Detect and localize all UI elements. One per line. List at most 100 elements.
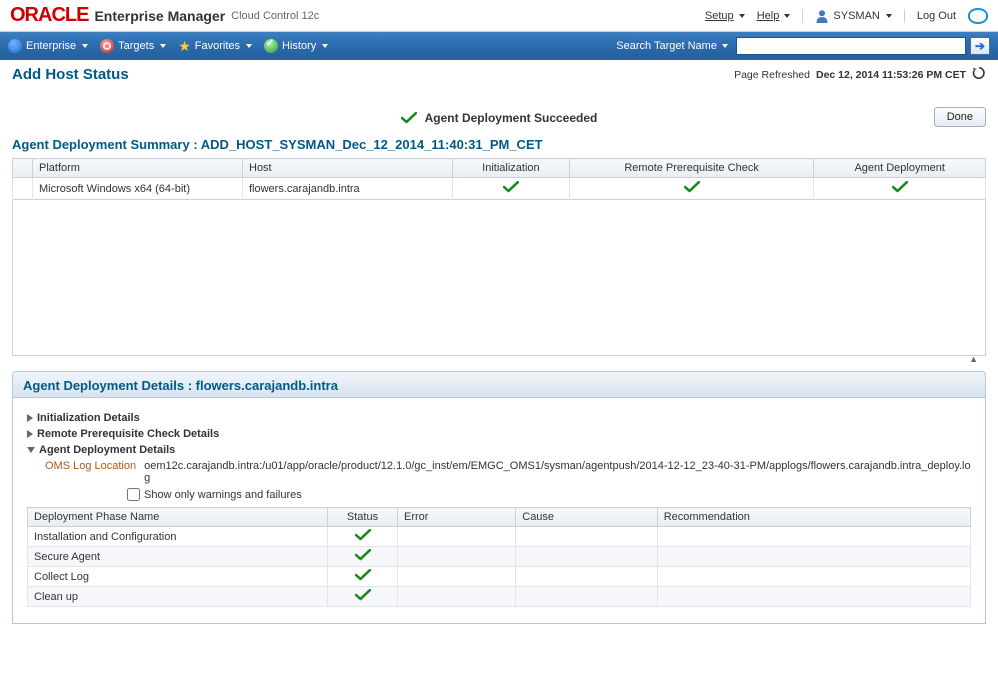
details-body: Initialization Details Remote Prerequisi… [12, 398, 986, 624]
check-icon [892, 181, 908, 193]
refresh-info: Page Refreshed Dec 12, 2014 11:53:26 PM … [734, 66, 986, 83]
phase-status [328, 567, 398, 587]
user-icon [815, 9, 829, 23]
check-icon [355, 589, 371, 601]
summary-table: Platform Host Initialization Remote Prer… [12, 158, 986, 200]
col-phase-name[interactable]: Deployment Phase Name [28, 508, 328, 527]
divider [904, 9, 905, 23]
cell-host: flowers.carajandb.intra [243, 178, 453, 200]
phase-recommendation [657, 527, 970, 547]
phase-cause [516, 567, 657, 587]
nav-favorites[interactable]: ★ Favorites [178, 39, 252, 53]
phase-cause [516, 587, 657, 607]
phase-status [328, 587, 398, 607]
product-name: Enterprise Manager [94, 8, 225, 24]
globe-icon [8, 39, 22, 53]
col-host[interactable]: Host [243, 159, 453, 178]
product-subtitle: Cloud Control 12c [231, 10, 319, 22]
col-handle [13, 159, 33, 178]
dropdown-icon [246, 44, 252, 48]
phase-recommendation [657, 567, 970, 587]
details-header: Agent Deployment Details : flowers.caraj… [12, 371, 986, 398]
dropdown-icon [322, 44, 328, 48]
nav-search: Search Target Name ➔ [616, 37, 990, 55]
expand-icon [27, 414, 33, 422]
phase-recommendation [657, 587, 970, 607]
search-target-dropdown[interactable]: Search Target Name [616, 40, 728, 52]
help-menu[interactable]: Help [757, 10, 791, 22]
search-go-button[interactable]: ➔ [970, 37, 990, 55]
user-menu[interactable]: SYSMAN [815, 9, 891, 23]
show-only-warnings-label[interactable]: Show only warnings and failures [144, 489, 302, 501]
section-remote-prereq-details[interactable]: Remote Prerequisite Check Details [27, 428, 971, 440]
phase-status [328, 527, 398, 547]
phase-table: Deployment Phase Name Status Error Cause… [27, 507, 971, 607]
done-button[interactable]: Done [934, 107, 986, 127]
refresh-button[interactable] [972, 66, 986, 83]
refresh-timestamp: Dec 12, 2014 11:53:26 PM CET [816, 69, 966, 81]
col-platform[interactable]: Platform [33, 159, 243, 178]
summary-table-body-pad [12, 200, 986, 356]
arrow-right-icon: ➔ [975, 39, 985, 53]
star-icon: ★ [178, 39, 191, 53]
col-deploy[interactable]: Agent Deployment [814, 159, 986, 178]
col-init[interactable]: Initialization [453, 159, 570, 178]
target-icon [100, 39, 114, 53]
table-row[interactable]: Clean up [28, 587, 971, 607]
history-icon [264, 39, 278, 53]
show-only-warnings-checkbox[interactable] [127, 488, 140, 501]
phase-error [398, 527, 516, 547]
setup-menu[interactable]: Setup [705, 10, 745, 22]
dropdown-icon [886, 14, 892, 18]
nav-targets[interactable]: Targets [100, 39, 166, 53]
search-input[interactable] [736, 37, 966, 55]
splitter-row [12, 356, 986, 369]
cell-platform: Microsoft Windows x64 (64-bit) [33, 178, 243, 200]
top-right-menu: Setup Help SYSMAN Log Out [705, 8, 988, 24]
refresh-label: Page Refreshed [734, 69, 810, 81]
check-icon [355, 569, 371, 581]
content: Agent Deployment Succeeded Done Agent De… [0, 87, 998, 644]
phase-name: Installation and Configuration [28, 527, 328, 547]
check-icon [401, 112, 417, 124]
check-icon [355, 549, 371, 561]
cell-prereq-status [569, 178, 814, 200]
section-agent-deployment-details[interactable]: Agent Deployment Details [27, 444, 971, 456]
col-phase-status[interactable]: Status [328, 508, 398, 527]
dropdown-icon [82, 44, 88, 48]
check-icon [503, 181, 519, 193]
dropdown-icon [784, 14, 790, 18]
table-row[interactable]: Secure Agent [28, 547, 971, 567]
dropdown-icon [160, 44, 166, 48]
table-row[interactable]: Collect Log [28, 567, 971, 587]
top-header: ORACLE Enterprise Manager Cloud Control … [0, 0, 998, 32]
check-icon [355, 529, 371, 541]
divider [802, 9, 803, 23]
table-row[interactable]: Installation and Configuration [28, 527, 971, 547]
filter-row: Show only warnings and failures [127, 488, 971, 501]
splitter-handle[interactable] [964, 356, 978, 366]
phase-name: Collect Log [28, 567, 328, 587]
nav-bar: Enterprise Targets ★ Favorites History S… [0, 32, 998, 60]
col-prereq[interactable]: Remote Prerequisite Check [569, 159, 814, 178]
nav-enterprise[interactable]: Enterprise [8, 39, 88, 53]
col-phase-recommendation[interactable]: Recommendation [657, 508, 970, 527]
logout-link[interactable]: Log Out [917, 10, 956, 22]
status-message: Agent Deployment Succeeded [401, 111, 598, 125]
phase-name: Clean up [28, 587, 328, 607]
status-banner: Agent Deployment Succeeded Done [12, 87, 986, 135]
nav-history[interactable]: History [264, 39, 328, 53]
col-phase-cause[interactable]: Cause [516, 508, 657, 527]
section-initialization-details[interactable]: Initialization Details [27, 412, 971, 424]
summary-title: Agent Deployment Summary : ADD_HOST_SYSM… [12, 137, 986, 152]
page-title: Add Host Status [12, 66, 129, 83]
collapse-icon [27, 447, 35, 453]
check-icon [684, 181, 700, 193]
oracle-ring-icon [968, 8, 988, 24]
table-row[interactable]: Microsoft Windows x64 (64-bit) flowers.c… [13, 178, 986, 200]
phase-recommendation [657, 547, 970, 567]
phase-error [398, 587, 516, 607]
phase-error [398, 547, 516, 567]
col-phase-error[interactable]: Error [398, 508, 516, 527]
dropdown-icon [739, 14, 745, 18]
